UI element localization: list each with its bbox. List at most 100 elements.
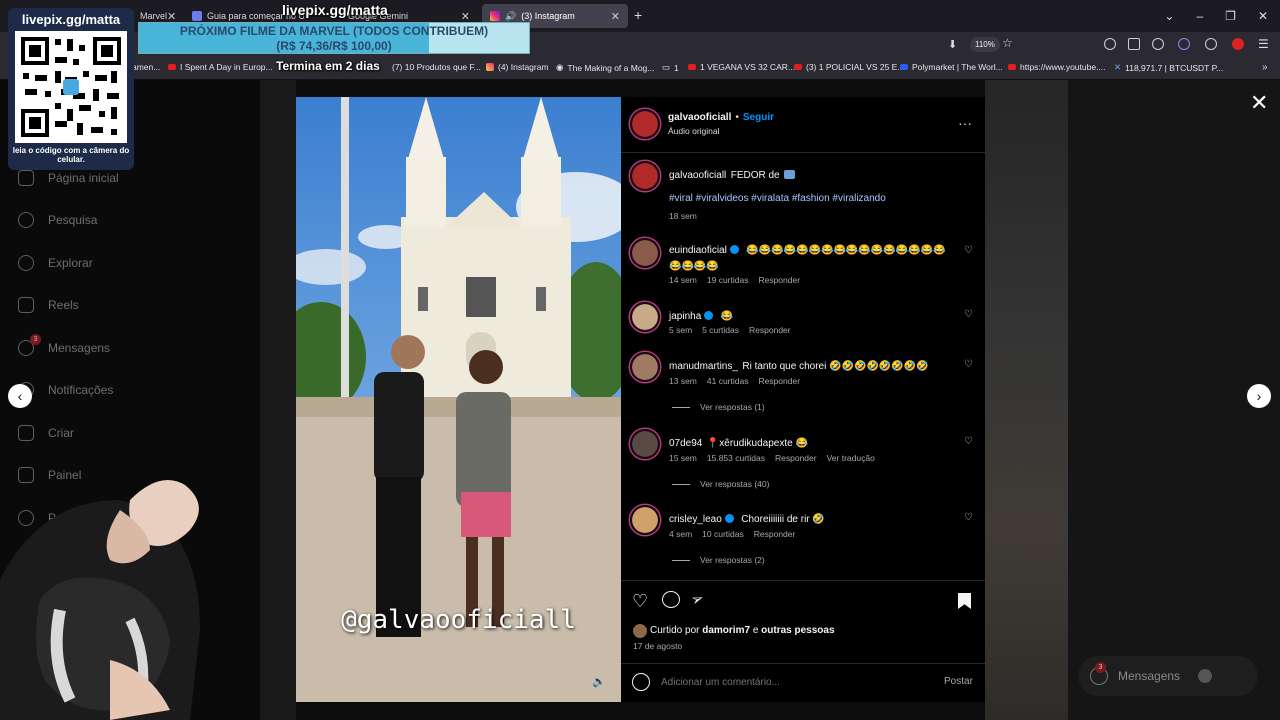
post-date[interactable]: 17 de agosto [633, 641, 682, 651]
comment-username[interactable]: crisley_leao [669, 514, 722, 525]
bookmark-item[interactable]: amen... [132, 62, 160, 72]
tab-close-icon[interactable]: ✕ [611, 10, 620, 23]
sidebar-item-home[interactable]: Página inicial [18, 170, 119, 186]
extension-arrow-icon[interactable] [1205, 38, 1217, 50]
divider [621, 580, 985, 581]
bookmark-folder[interactable]: ▭ 1 [662, 62, 679, 73]
window-controls: ⌄ – ❐ ✕ [1164, 0, 1280, 32]
emoji-picker-icon[interactable] [632, 673, 650, 691]
comment-input[interactable] [661, 673, 901, 691]
extension-puzzle-icon[interactable] [1128, 38, 1140, 50]
window-close-icon[interactable]: ✕ [1258, 9, 1268, 23]
bookmark-item[interactable]: 1 VEGANA VS 32 CAR... [688, 62, 795, 72]
sidebar-item-explore[interactable]: Explorar [18, 255, 93, 271]
audio-label[interactable]: Áudio original [668, 126, 720, 136]
bookmark-star-icon[interactable]: ☆ [1002, 36, 1013, 50]
close-modal-icon[interactable]: ✕ [1250, 90, 1268, 116]
like-comment-heart-icon[interactable]: ♡ [964, 436, 973, 447]
home-icon [18, 170, 34, 186]
extension-g-icon[interactable] [1104, 38, 1116, 50]
bookmark-item[interactable]: (3) 1 POLICIAL VS 25 E... [794, 62, 904, 72]
comment-likes[interactable]: 19 curtidas [707, 275, 749, 285]
tab-close-icon[interactable]: ✕ [461, 10, 470, 23]
reply-button[interactable]: Responder [754, 529, 796, 539]
liked-by: Curtido por damorim7 e outras pessoas [650, 625, 835, 636]
tab-close-icon[interactable]: ✕ [167, 10, 176, 23]
bookmark-item[interactable]: ✕ 118,971.7 | BTCUSDT P... [1114, 62, 1223, 73]
bookmark-item[interactable]: I Spent A Day in Europ... [168, 62, 273, 72]
youtube-icon [794, 64, 802, 70]
new-tab-plus-icon[interactable]: + [634, 7, 642, 23]
liked-by-others-link[interactable]: outras pessoas [761, 625, 834, 636]
comment-bubble-icon[interactable] [662, 591, 680, 608]
like-comment-heart-icon[interactable]: ♡ [964, 245, 973, 256]
post-header: galvaooficiall • Seguir [668, 112, 774, 123]
speaker-icon[interactable]: 🔊 [505, 11, 516, 22]
bookmark-item[interactable]: (7) 10 Produtos que F... [392, 62, 481, 72]
view-replies-button[interactable]: Ver respostas (40) [672, 479, 769, 489]
restore-icon[interactable]: ❐ [1225, 9, 1236, 23]
bookmark-item[interactable]: https://www.youtube.... [1008, 62, 1106, 72]
previous-post-button[interactable]: ‹ [8, 384, 32, 408]
next-post-button[interactable]: › [1247, 384, 1271, 408]
comment-username[interactable]: manudmartins_ [669, 361, 738, 372]
chevron-down-icon[interactable]: ⌄ [1164, 9, 1174, 23]
liker-avatar[interactable] [633, 624, 647, 638]
comment-likes[interactable]: 10 curtidas [702, 529, 744, 539]
like-comment-heart-icon[interactable]: ♡ [964, 309, 973, 320]
reply-button[interactable]: Responder [775, 453, 817, 463]
reply-button[interactable]: Responder [749, 325, 791, 335]
download-icon[interactable]: ⬇ [948, 38, 957, 51]
comment-avatar[interactable] [630, 429, 660, 459]
author-username[interactable]: galvaooficiall [668, 112, 731, 123]
comment-username[interactable]: euindiaoficial [669, 245, 727, 256]
reply-button[interactable]: Responder [758, 275, 800, 285]
menu-icon[interactable]: ☰ [1258, 37, 1269, 51]
liker-username[interactable]: damorim7 [702, 625, 750, 636]
comment-likes[interactable]: 15.853 curtidas [707, 453, 765, 463]
sidebar-item-reels[interactable]: Reels [18, 297, 79, 313]
bookmark-item[interactable]: ◉ The Making of a Mog... [556, 62, 654, 73]
comment-username[interactable]: japinha [669, 311, 701, 322]
like-comment-heart-icon[interactable]: ♡ [964, 512, 973, 523]
reply-button[interactable]: Responder [758, 376, 800, 386]
comment-likes[interactable]: 41 curtidas [707, 376, 749, 386]
comment-avatar[interactable] [630, 302, 660, 332]
view-replies-button[interactable]: Ver respostas (2) [672, 555, 765, 565]
save-bookmark-icon[interactable] [958, 593, 971, 609]
adblock-icon[interactable] [1232, 38, 1244, 50]
floating-messages-button[interactable]: Mensagens [1078, 656, 1258, 696]
sidebar-item-create[interactable]: Criar [18, 425, 74, 441]
post-comment-button[interactable]: Postar [944, 676, 973, 687]
minimize-icon[interactable]: – [1196, 9, 1203, 23]
sidebar-item-search[interactable]: Pesquisa [18, 212, 97, 228]
extension-icon[interactable] [1178, 38, 1190, 50]
replies-line [672, 406, 690, 408]
comment-avatar[interactable] [630, 238, 660, 268]
follow-button[interactable]: Seguir [743, 112, 774, 123]
sidebar-item-notifications[interactable]: Notificações [18, 382, 113, 398]
caption-username[interactable]: galvaooficiall [669, 170, 726, 181]
comment-meta: 5 sem 5 curtidas Responder [669, 325, 791, 335]
bookmark-item[interactable]: Polymarket | The Worl... [900, 62, 1003, 72]
mute-icon[interactable]: 🔈 [592, 675, 606, 688]
more-options-icon[interactable]: ··· [958, 115, 972, 131]
caption-avatar[interactable] [630, 161, 660, 191]
comment-avatar[interactable] [630, 352, 660, 382]
youtube-icon [688, 64, 696, 70]
view-replies-button[interactable]: Ver respostas (1) [672, 402, 765, 412]
like-heart-icon[interactable]: ♡ [632, 591, 648, 612]
like-comment-heart-icon[interactable]: ♡ [964, 359, 973, 370]
post-video[interactable]: @galvaooficiall 🔈 [296, 97, 621, 702]
share-plane-icon[interactable]: ➢ [688, 588, 707, 609]
shield-icon[interactable] [1152, 38, 1164, 50]
more-bookmarks-icon[interactable]: » [1262, 62, 1268, 73]
bookmark-item[interactable]: (4) Instagram [486, 62, 549, 72]
author-avatar[interactable] [630, 109, 660, 139]
comment-likes[interactable]: 5 curtidas [702, 325, 739, 335]
comment-avatar[interactable] [630, 505, 660, 535]
comment-username[interactable]: 07de94 [669, 438, 702, 449]
caption-hashtags[interactable]: #viral #viralvideos #viralata #fashion #… [669, 193, 886, 204]
zoom-level[interactable]: 110% [970, 37, 1000, 52]
translate-button[interactable]: Ver tradução [827, 453, 875, 463]
